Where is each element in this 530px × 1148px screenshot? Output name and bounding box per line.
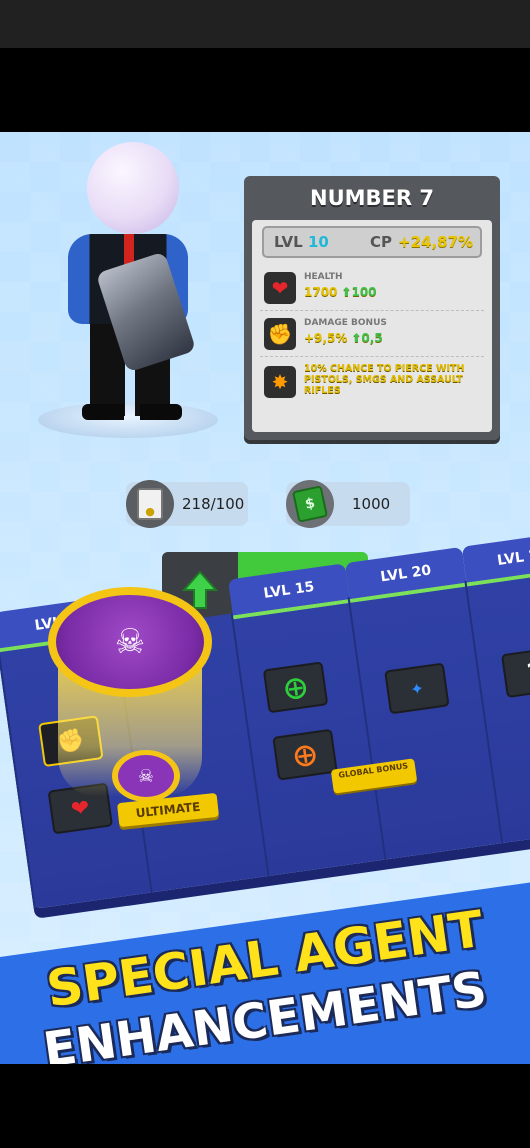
agent-shoes — [82, 404, 182, 420]
slot-green-target[interactable]: ⨁ — [262, 661, 329, 714]
stat-value: +9,5% ⬆0,5 — [304, 331, 383, 345]
crosshair-icon: ⨁ — [292, 740, 318, 769]
agent-head — [87, 142, 179, 234]
level-cp-row: LVL 10 CP +24,87% — [262, 226, 482, 258]
level-value: 10 — [308, 233, 329, 251]
ultimate-badge: ULTIMATE — [117, 792, 219, 830]
fist-icon: ✊ — [264, 318, 296, 350]
cp-value: +24,87% — [398, 233, 474, 251]
agent-name: NUMBER 7 — [310, 186, 434, 210]
track-level-label: LVL 15 — [227, 563, 351, 620]
agent-card-icon: ● — [126, 480, 174, 528]
cash-icon: $ — [286, 480, 334, 528]
agent-info-panel: NUMBER 7 LVL 10 CP +24,87% ❤ HEALTH 1700… — [244, 176, 500, 440]
stat-value: 1700 ⬆100 — [304, 285, 377, 299]
status-bar — [0, 0, 530, 48]
slot-mystery[interactable]: ? — [500, 646, 530, 699]
stat-damage-bonus: ✊ DAMAGE BONUS +9,5% ⬆0,5 — [260, 312, 484, 357]
stat-pierce: ✸ 10% CHANCE TO PIERCE WITH PISTOLS, SMG… — [260, 360, 484, 404]
mystery-icon: ? — [525, 658, 530, 686]
ultimate-slot[interactable]: ☠ — [112, 750, 180, 802]
promo-headline: SPECIAL AGENT ENHANCEMENTS — [0, 880, 530, 1064]
stat-name: DAMAGE BONUS — [304, 318, 387, 328]
cp-label: CP — [370, 233, 393, 251]
level-label: LVL — [274, 233, 303, 251]
pierce-icon: ✸ — [264, 366, 296, 398]
track-level-label: LVL 20 — [344, 546, 468, 603]
stat-name: HEALTH — [304, 272, 343, 282]
stat-description: 10% CHANCE TO PIERCE WITH PISTOLS, SMGS … — [304, 363, 465, 396]
gun-icon: ✦ — [408, 678, 425, 699]
track-level-label: LVL 25 — [461, 530, 530, 587]
cash-value: 1000 — [352, 495, 391, 513]
ultimate-label: ULTIMATE — [117, 792, 219, 828]
stat-health: ❤ HEALTH 1700 ⬆100 — [260, 266, 484, 311]
cards-counter: ● 218/100 — [126, 480, 248, 528]
skull-icon: ☠ — [118, 755, 174, 797]
agent-character[interactable] — [60, 142, 200, 432]
game-screen: NUMBER 7 LVL 10 CP +24,87% ❤ HEALTH 1700… — [0, 132, 530, 1064]
skull-icon: ☠ — [56, 595, 204, 689]
agent-stats-body: LVL 10 CP +24,87% ❤ HEALTH 1700 ⬆100 ✊ DA… — [252, 220, 492, 432]
heart-icon: ❤ — [264, 272, 296, 304]
slot-orange-target[interactable]: ⨁ — [272, 728, 338, 781]
crosshair-icon: ⨁ — [282, 673, 309, 702]
cards-value: 218/100 — [182, 495, 245, 513]
slot-global-bonus[interactable]: ✦ — [384, 662, 450, 715]
cash-counter: $ 1000 — [286, 480, 410, 528]
